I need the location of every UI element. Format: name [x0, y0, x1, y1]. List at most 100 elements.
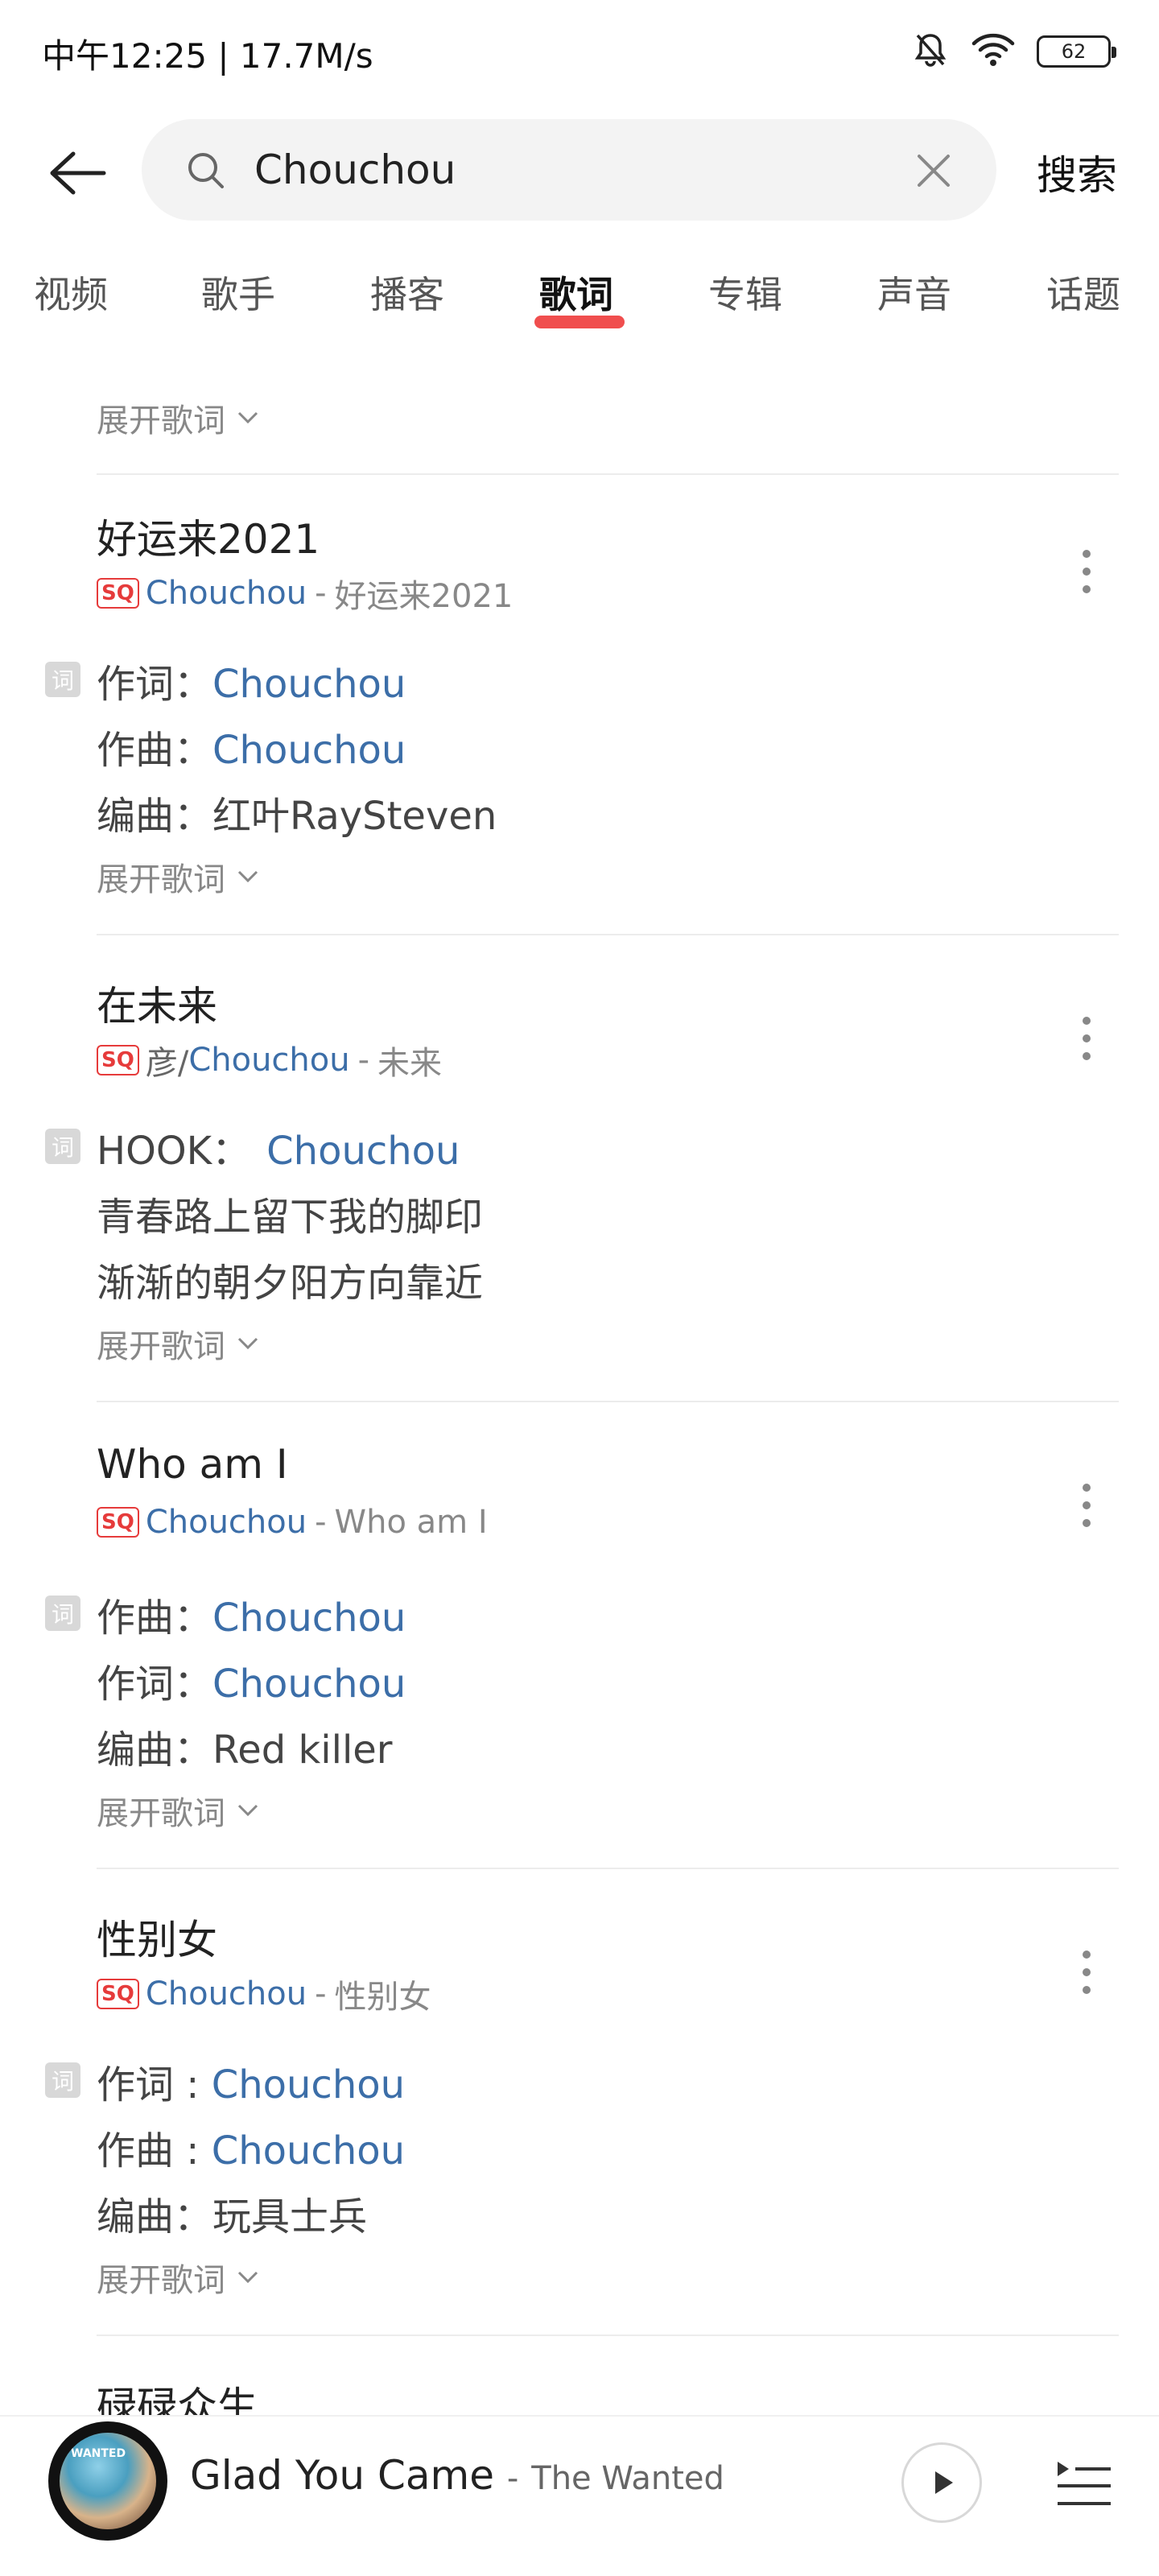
sq-badge: SQ — [97, 1979, 139, 2009]
search-input[interactable] — [254, 143, 898, 196]
album-cover-image: WANTED — [60, 2433, 156, 2529]
lyric-label: 作词 : — [97, 2062, 212, 2107]
lyric-line: 作曲：Chouchou — [97, 718, 406, 774]
album-name: Who am I — [334, 1504, 488, 1541]
wifi-icon — [971, 32, 1016, 71]
more-dot — [1083, 1017, 1091, 1025]
album-name: 好运来2021 — [334, 578, 514, 615]
lyric-link[interactable]: Chouchou — [212, 1662, 406, 1707]
category-tabs: 视频 歌手 播客 歌词 专辑 声音 话题 — [0, 266, 1159, 330]
lyric-line: HOOK： Chouchou — [97, 1119, 460, 1175]
lyric-link[interactable]: Chouchou — [212, 2128, 405, 2174]
lyric-label: 作曲： — [97, 728, 213, 773]
divider — [97, 1868, 1119, 1869]
tab-album[interactable]: 专辑 — [708, 266, 782, 319]
more-options-button[interactable] — [1070, 1940, 1103, 2004]
artist-link[interactable]: Chouchou — [146, 1975, 307, 2013]
divider — [97, 1401, 1119, 1402]
song-title: Who am I — [97, 1441, 288, 1488]
lyric-link[interactable]: Chouchou — [212, 2062, 405, 2107]
more-dot — [1083, 1519, 1091, 1527]
lyric-tag-icon: 词 — [45, 662, 80, 697]
more-dot — [1083, 1484, 1091, 1492]
more-options-button[interactable] — [1070, 1473, 1103, 1538]
mini-player[interactable]: WANTED Glad You Came - The Wanted — [0, 2415, 1159, 2576]
artist-link[interactable]: Chouchou — [188, 1042, 349, 1079]
battery-level: 62 — [1061, 40, 1087, 63]
more-dot — [1083, 568, 1091, 576]
chevron-down-icon — [237, 2271, 258, 2284]
more-options-button[interactable] — [1070, 1006, 1103, 1071]
now-playing-song: Glad You Came — [190, 2452, 495, 2499]
more-dot — [1083, 1968, 1091, 1976]
lyric-label: 编曲： — [97, 1728, 213, 1773]
more-dot — [1083, 1951, 1091, 1959]
expand-lyrics-link[interactable]: 展开歌词 — [97, 1787, 259, 1834]
search-icon — [188, 153, 224, 188]
lyric-value: 红叶RaySteven — [212, 794, 497, 839]
more-dot — [1083, 1034, 1091, 1042]
expand-lyrics-link[interactable]: 展开歌词 — [97, 2254, 259, 2301]
close-icon[interactable] — [914, 151, 953, 190]
back-button[interactable] — [40, 137, 113, 209]
play-button[interactable] — [901, 2442, 982, 2523]
tab-sound[interactable]: 声音 — [877, 266, 951, 319]
expand-lyrics-label: 展开歌词 — [97, 2262, 225, 2299]
search-header: 搜索 — [0, 113, 1159, 225]
active-tab-indicator — [534, 316, 625, 328]
lyric-label: 作词： — [97, 1662, 213, 1707]
status-bar: 中午12:25 | 17.7M/s 62 — [0, 0, 1159, 105]
chevron-down-icon — [237, 1804, 258, 1817]
divider — [97, 473, 1119, 475]
more-options-button[interactable] — [1070, 539, 1103, 604]
tab-artist[interactable]: 歌手 — [201, 266, 275, 319]
lyric-label: 编曲： — [97, 2194, 213, 2240]
lyric-link[interactable]: Chouchou — [212, 728, 406, 773]
song-meta: SQ Chouchou - Who am I — [97, 1504, 488, 1541]
expand-lyrics-label: 展开歌词 — [97, 1795, 225, 1832]
more-dot — [1083, 550, 1091, 558]
divider — [97, 934, 1119, 935]
battery-indicator: 62 — [1037, 35, 1116, 68]
expand-lyrics-link[interactable]: 展开歌词 — [97, 1320, 259, 1367]
meta-separator: - — [357, 1042, 370, 1079]
tab-video[interactable]: 视频 — [34, 266, 108, 319]
chevron-down-icon — [237, 870, 258, 883]
more-dot — [1083, 1052, 1091, 1060]
chevron-down-icon — [237, 411, 258, 424]
artist-link[interactable]: Chouchou — [146, 575, 307, 612]
lyric-line: 渐渐的朝夕阳方向靠近 — [97, 1261, 484, 1306]
tab-topic[interactable]: 话题 — [1046, 266, 1120, 319]
playlist-icon[interactable] — [1054, 2457, 1112, 2510]
sq-badge: SQ — [97, 578, 139, 609]
divider — [97, 2334, 1119, 2336]
arrow-left-icon — [50, 151, 106, 195]
album-name: 性别女 — [334, 1979, 431, 2016]
artist-link[interactable]: Chouchou — [146, 1504, 307, 1541]
search-bar[interactable] — [142, 119, 996, 221]
chevron-down-icon — [237, 1337, 258, 1350]
artist-prefix[interactable]: 彦/ — [146, 1037, 188, 1084]
expand-lyrics-link[interactable]: 展开歌词 — [97, 853, 259, 900]
expand-lyrics-label: 展开歌词 — [97, 861, 225, 898]
more-dot — [1083, 585, 1091, 593]
tab-podcast[interactable]: 播客 — [370, 266, 444, 319]
expand-lyrics-link[interactable]: 展开歌词 — [97, 394, 259, 441]
lyric-link[interactable]: Chouchou — [266, 1129, 460, 1174]
song-title: 在未来 — [97, 983, 217, 1030]
tab-lyrics[interactable]: 歌词 — [539, 266, 613, 319]
album-art-text: WANTED — [71, 2447, 126, 2460]
lyric-link[interactable]: Chouchou — [212, 1596, 406, 1641]
lyric-label: 编曲： — [97, 794, 213, 839]
lyric-line: 作曲 : Chouchou — [97, 2119, 405, 2175]
lyric-line: 青春路上留下我的脚印 — [97, 1195, 484, 1240]
album-art[interactable]: WANTED — [48, 2421, 167, 2541]
lyric-link[interactable]: Chouchou — [212, 662, 406, 707]
lyric-value: Red killer — [212, 1728, 393, 1773]
lyric-label: 作曲： — [97, 1596, 213, 1641]
album-name: 未来 — [377, 1045, 443, 1082]
song-title: 好运来2021 — [97, 516, 320, 563]
search-button[interactable]: 搜索 — [1037, 143, 1117, 201]
more-dot — [1083, 1501, 1091, 1509]
now-playing-title: Glad You Came - The Wanted — [190, 2452, 724, 2499]
